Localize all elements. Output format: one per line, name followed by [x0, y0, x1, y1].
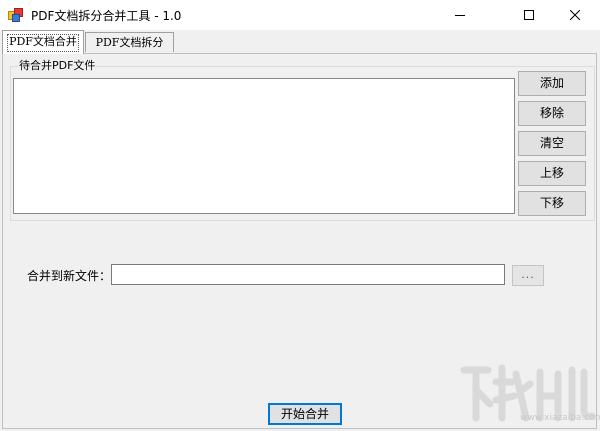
files-group-title: 待合并PDF文件 — [18, 59, 97, 73]
files-groupbox: 待合并PDF文件 添加 移除 清空 上移 下移 — [10, 59, 595, 221]
file-listbox[interactable] — [13, 78, 515, 214]
close-button[interactable] — [552, 0, 598, 30]
remove-button[interactable]: 移除 — [518, 101, 586, 126]
tab-pdf-merge-label: PDF文档合并 — [9, 35, 77, 48]
close-icon — [570, 10, 580, 20]
tab-strip: PDF文档合并 PDF文档拆分 — [0, 30, 600, 54]
tab-page-merge: 待合并PDF文件 添加 移除 清空 上移 下移 合并到新文件： ... 开始合并 — [2, 53, 597, 429]
minimize-button[interactable] — [437, 0, 483, 30]
watermark-url: www.xiazaiba.com — [520, 413, 600, 423]
minimize-icon — [455, 10, 465, 20]
window-title: PDF文档拆分合并工具 - 1.0 — [31, 9, 182, 23]
maximize-icon — [524, 10, 534, 20]
app-icon — [8, 8, 23, 23]
title-bar[interactable]: PDF文档拆分合并工具 - 1.0 — [0, 0, 600, 30]
move-up-button[interactable]: 上移 — [518, 161, 586, 186]
tab-pdf-split[interactable]: PDF文档拆分 — [85, 32, 174, 52]
clear-button[interactable]: 清空 — [518, 131, 586, 156]
output-file-input[interactable] — [111, 264, 505, 285]
move-down-button[interactable]: 下移 — [518, 191, 586, 216]
browse-button[interactable]: ... — [512, 265, 544, 286]
add-button[interactable]: 添加 — [518, 71, 586, 96]
start-merge-button[interactable]: 开始合并 — [268, 403, 342, 425]
app-window: PDF文档拆分合并工具 - 1.0 PDF文档合并 PDF文档拆分 待合并PDF… — [0, 0, 600, 431]
maximize-button[interactable] — [506, 0, 552, 30]
tab-pdf-merge[interactable]: PDF文档合并 — [2, 30, 84, 54]
output-file-label: 合并到新文件： — [27, 269, 112, 283]
tab-pdf-split-label: PDF文档拆分 — [95, 36, 164, 49]
